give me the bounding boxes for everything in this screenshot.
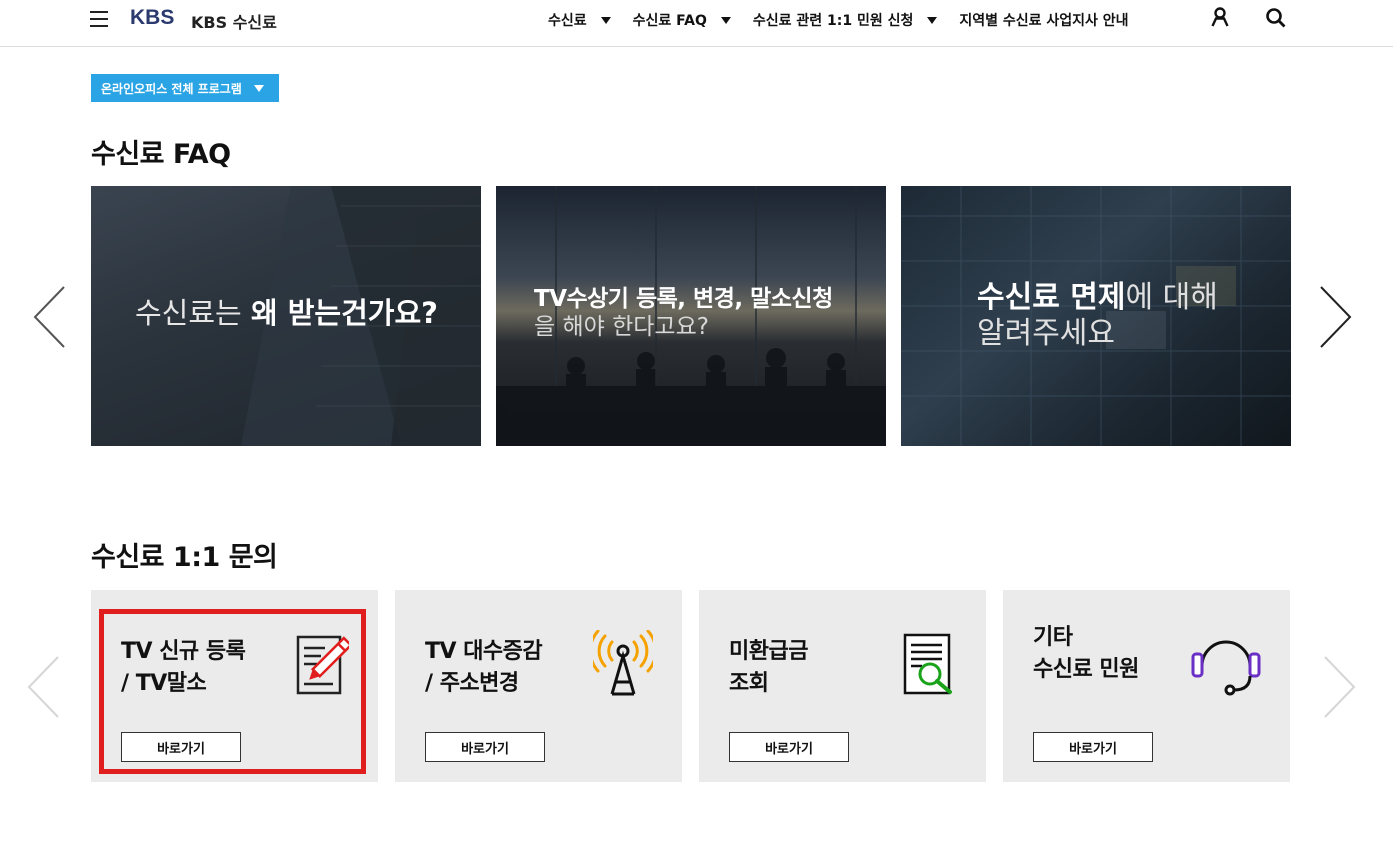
go-button[interactable]: 바로가기	[121, 732, 241, 762]
inquiry-card-label: 기타 수신료 민원	[1033, 625, 1139, 682]
prev-arrow-icon[interactable]	[26, 654, 66, 724]
faq-card-tv-register[interactable]: TV수상기 등록, 변경, 말소신청 을 해야 한다고요?	[496, 186, 886, 446]
kbs-logo[interactable]: KBS	[130, 6, 174, 30]
faq-card-text-light: 에 대해	[1125, 280, 1218, 315]
site-header: KBS KBS 수신료 수신료 수신료 FAQ 수신료 관련 1:1 민원 신청…	[0, 0, 1393, 47]
go-button[interactable]: 바로가기	[1033, 732, 1153, 762]
document-search-icon	[903, 633, 952, 695]
caret-down-icon	[720, 16, 731, 24]
faq-card-text-bold: 왜 받는건가요?	[250, 296, 438, 330]
headset-icon	[1191, 640, 1261, 696]
go-button[interactable]: 바로가기	[425, 732, 545, 762]
user-icon[interactable]	[1210, 7, 1230, 27]
caret-down-icon	[927, 16, 938, 24]
antenna-icon	[593, 630, 653, 696]
faq-card-text-bold: TV수상기 등록, 변경, 말소신청	[534, 286, 833, 312]
inquiry-card-label: 미환급금 조회	[729, 639, 808, 696]
next-arrow-icon[interactable]	[1318, 284, 1358, 354]
inquiry-card-tv-register[interactable]: TV 신규 등록 / TV말소 바로가기	[91, 590, 378, 782]
pencil-document-icon	[296, 635, 349, 695]
search-icon[interactable]	[1265, 7, 1287, 29]
prev-arrow-icon[interactable]	[32, 284, 72, 354]
faq-card-why-fee[interactable]: 수신료는 왜 받는건가요?	[91, 186, 481, 446]
caret-down-icon	[253, 84, 264, 92]
next-arrow-icon[interactable]	[1322, 654, 1362, 724]
inquiry-section-title: 수신료 1:1 문의	[91, 542, 278, 573]
faq-card-exemption[interactable]: 수신료 면제에 대해 알려주세요	[901, 186, 1291, 446]
menu-icon[interactable]	[90, 11, 108, 27]
nav-item-branch[interactable]: 지역별 수신료 사업지사 안내	[959, 10, 1128, 30]
nav-item-fee[interactable]: 수신료	[548, 10, 611, 30]
faq-card-text-light: 을 해야 한다고요?	[534, 313, 709, 340]
nav-item-faq[interactable]: 수신료 FAQ	[633, 10, 731, 30]
go-button[interactable]: 바로가기	[729, 732, 849, 762]
faq-card-text-light: 수신료는	[135, 296, 251, 330]
program-dropdown[interactable]: 온라인오피스 전체 프로그램	[91, 74, 279, 102]
inquiry-card-label: TV 대수증감 / 주소변경	[425, 639, 543, 696]
faq-card-text-light: 알려주세요	[977, 316, 1115, 351]
site-title[interactable]: KBS 수신료	[191, 9, 277, 33]
faq-section-title: 수신료 FAQ	[91, 139, 231, 170]
nav-item-inquiry[interactable]: 수신료 관련 1:1 민원 신청	[753, 10, 938, 30]
faq-card-text-bold: 수신료 면제	[977, 280, 1126, 315]
inquiry-card-label: TV 신규 등록 / TV말소	[121, 639, 246, 696]
inquiry-card-tv-count[interactable]: TV 대수증감 / 주소변경 바로가기	[395, 590, 682, 782]
inquiry-card-other[interactable]: 기타 수신료 민원 바로가기	[1003, 590, 1290, 782]
main-nav: 수신료 수신료 FAQ 수신료 관련 1:1 민원 신청 지역별 수신료 사업지…	[548, 10, 1151, 30]
inquiry-card-refund[interactable]: 미환급금 조회 바로가기	[699, 590, 986, 782]
caret-down-icon	[600, 16, 611, 24]
